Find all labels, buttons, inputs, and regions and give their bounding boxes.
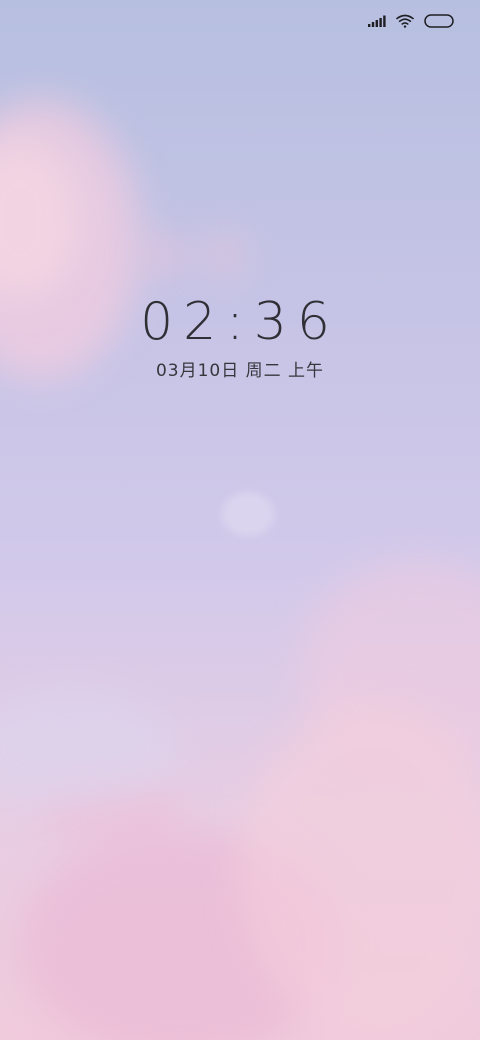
battery-icon [424,14,454,28]
wifi-icon [396,14,414,28]
lock-screen-date: 03月10日 周二 上午 [155,361,325,381]
signal-icon [368,15,386,27]
lock-screen-time: 02:36 [140,292,340,352]
lock-screen-wallpaper [0,0,480,1040]
status-bar [368,10,454,32]
